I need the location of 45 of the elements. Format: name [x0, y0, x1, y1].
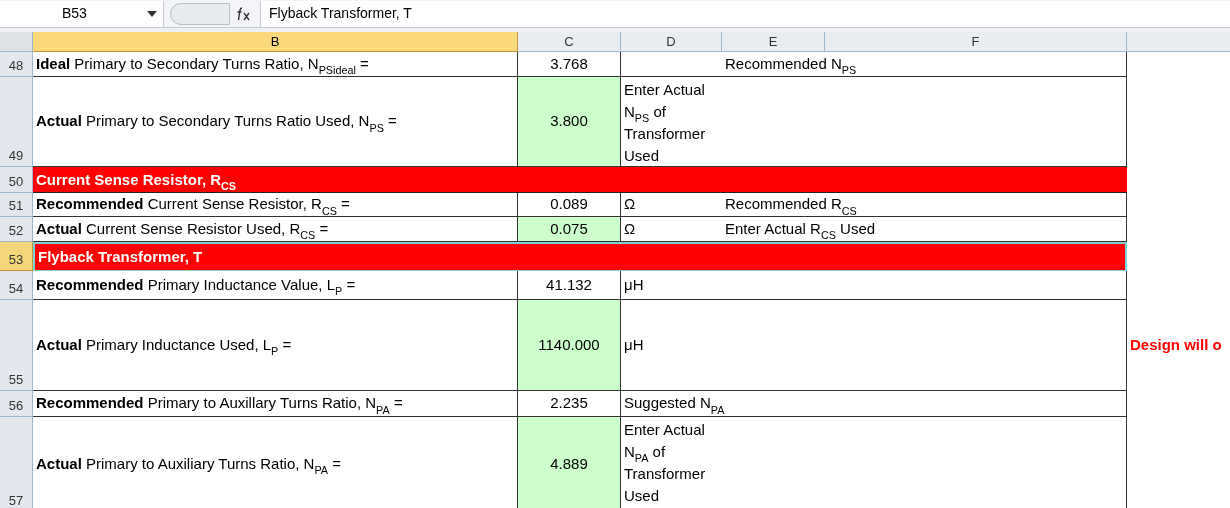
value-cell: 2.235 [518, 391, 621, 417]
row-header[interactable]: 56 [0, 391, 33, 417]
unit-label: μH [624, 274, 644, 295]
row-header[interactable]: 51 [0, 193, 33, 217]
note-text: Enter Actual R$_{CS}$ Used [725, 218, 876, 241]
section-header: Flyback Transformer, T [33, 242, 1127, 271]
row-header[interactable]: 49 [0, 77, 33, 167]
unit-label: Ω [624, 218, 636, 239]
column-header[interactable]: F [825, 32, 1127, 52]
row-label: Recommended Current Sense Resistor, R$_{CS}$ = [33, 193, 518, 217]
input-cell[interactable]: 3.800 [518, 77, 621, 167]
note-text: Suggested N$_{PA}$ [624, 393, 725, 415]
value-cell: 3.768 [518, 52, 621, 77]
fx-icon[interactable] [236, 6, 252, 21]
value-cell: 41.132 [518, 271, 621, 300]
note-text: Enter Actual N$_{PS}$ of Transformer Used [624, 80, 707, 166]
row-label: Recommended Primary Inductance Value, L$_{P}$ = [33, 271, 518, 300]
row-header[interactable]: 50 [0, 167, 33, 193]
name-box[interactable]: B53 [0, 0, 164, 27]
unit-label: μH [624, 334, 644, 355]
row-header[interactable]: 53 [0, 242, 33, 271]
formula-field[interactable]: Flyback Transformer, T [260, 0, 1230, 27]
input-cell[interactable]: 0.075 [518, 217, 621, 242]
warning-text: Design will o [1130, 335, 1222, 356]
column-header[interactable]: C [518, 32, 621, 52]
column-header[interactable]: B [33, 32, 518, 52]
row-header[interactable]: 55 [0, 300, 33, 391]
row-header[interactable]: 48 [0, 52, 33, 77]
note-text: Recommended R$_{CS}$ [725, 194, 857, 216]
column-header[interactable]: E [722, 32, 825, 52]
column-header[interactable]: D [621, 32, 722, 52]
dropdown-caret-icon[interactable] [147, 10, 157, 17]
note-text: Enter Actual N$_{PA}$ of Transformer Used [624, 420, 707, 506]
row-header[interactable]: 52 [0, 217, 33, 242]
input-cell[interactable]: 1140.000 [518, 300, 621, 391]
input-cell[interactable]: 4.889 [518, 417, 621, 508]
row-header[interactable]: 54 [0, 271, 33, 300]
section-header: Current Sense Resistor, R$_{CS}$ [33, 167, 1127, 193]
note-text: Recommended N$_{PS}$ [725, 53, 857, 76]
unit-label: Ω [624, 194, 636, 215]
splitter-handle[interactable] [170, 2, 230, 25]
row-label: Recommended Primary to Auxillary Turns Ratio, N$_{PA}$ = [33, 391, 518, 417]
row-header[interactable]: 57 [0, 417, 33, 508]
value-cell: 0.089 [518, 193, 621, 217]
row-label: Ideal Primary to Secondary Turns Ratio, N$_{PSideal}$ = [33, 52, 518, 77]
